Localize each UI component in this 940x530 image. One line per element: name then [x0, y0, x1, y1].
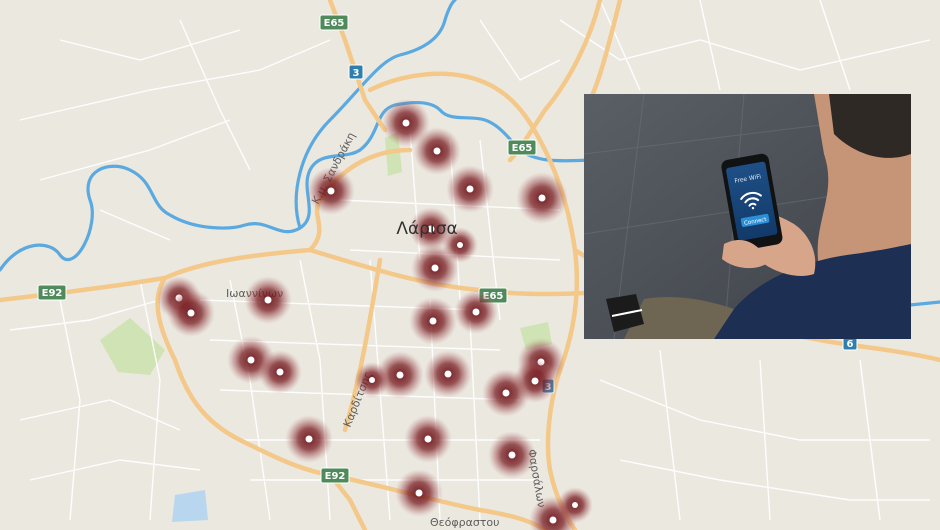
wifi-photo-inset: Free WiFi Connect [584, 94, 911, 339]
route-shield-e92-left: E92 [37, 284, 67, 301]
hotspot[interactable] [446, 165, 494, 213]
hotspot[interactable] [557, 487, 593, 523]
city-label: Λάρισα [396, 219, 457, 239]
hotspot[interactable] [167, 289, 215, 337]
hotspot[interactable] [516, 172, 568, 224]
hotspot[interactable] [354, 362, 390, 398]
route-shield-e92-left-label: E92 [42, 288, 63, 299]
hotspot[interactable] [409, 297, 457, 345]
route-shield-3-top-label: 3 [353, 68, 360, 79]
hotspot[interactable] [482, 369, 530, 417]
route-shield-3-top: 3 [348, 64, 364, 80]
hotspot[interactable] [488, 431, 536, 479]
hotspot[interactable] [258, 350, 302, 394]
hotspot[interactable] [244, 276, 292, 324]
hotspot[interactable] [285, 415, 333, 463]
hotspot[interactable] [307, 167, 355, 215]
route-shield-e65-top: E65 [319, 14, 349, 31]
route-shield-6-right-label: 6 [847, 339, 854, 350]
hotspot[interactable] [395, 469, 443, 517]
hotspot[interactable] [454, 290, 498, 334]
route-shield-e92-bottom-label: E92 [325, 471, 346, 482]
route-shield-e65-right: E65 [507, 139, 537, 156]
street-label-theofrastou: Θεόφραστου [430, 516, 500, 529]
route-shield-e65-right-label: E65 [512, 143, 533, 154]
route-shield-e65-top-label: E65 [324, 18, 345, 29]
hotspot[interactable] [404, 415, 452, 463]
hotspot[interactable] [424, 350, 472, 398]
hotspot[interactable] [413, 127, 461, 175]
photo-illustration: Free WiFi Connect [584, 94, 911, 339]
route-shield-e92-bottom: E92 [320, 467, 350, 484]
map-with-wifi-photo: Κ.μ. Σανδράκη Ιωαννίνων Καρδίτσης Φαρσάλ… [0, 0, 940, 530]
